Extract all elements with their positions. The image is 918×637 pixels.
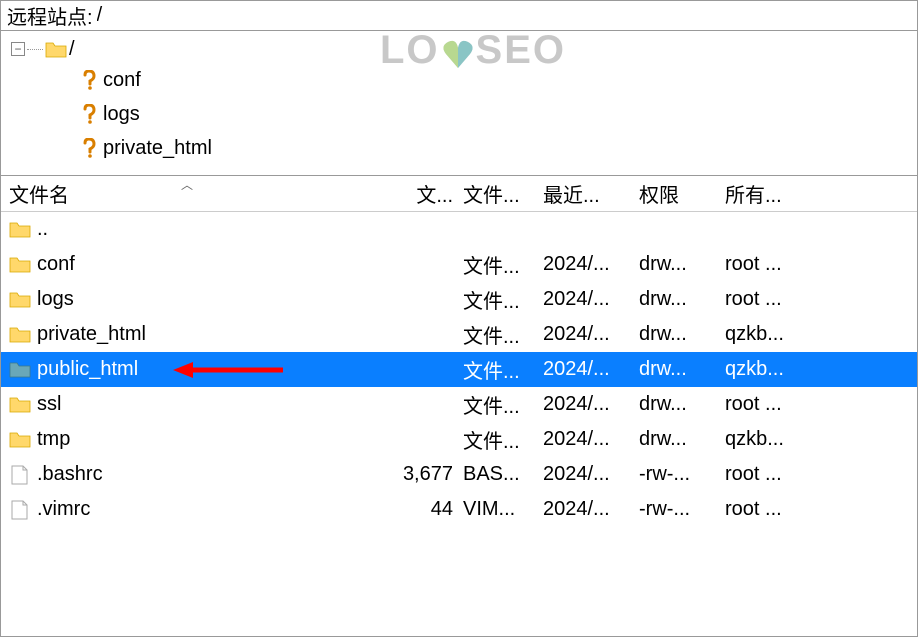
- file-type: 文件...: [459, 250, 539, 279]
- list-row[interactable]: conf 文件...2024/...drw...root ...: [1, 247, 917, 282]
- file-name: private_html: [37, 323, 146, 346]
- list-row[interactable]: tmp 文件...2024/...drw...qzkb...: [1, 422, 917, 457]
- column-header-perm[interactable]: 权限: [635, 179, 721, 208]
- file-owner: qzkb...: [721, 358, 811, 381]
- remote-path-bar: 远程站点:: [1, 1, 917, 31]
- folder-icon: [45, 40, 67, 58]
- file-name: public_html: [37, 358, 138, 381]
- file-name: tmp: [37, 428, 70, 451]
- tree-item[interactable]: private_html: [57, 131, 917, 165]
- folder-icon: [9, 255, 31, 275]
- file-perm: drw...: [635, 323, 721, 346]
- folder-icon: [9, 220, 31, 240]
- column-header-owner[interactable]: 所有...: [721, 179, 811, 208]
- tree-item[interactable]: conf: [57, 63, 917, 97]
- file-type: 文件...: [459, 285, 539, 314]
- file-icon: [9, 500, 31, 520]
- tree-item[interactable]: logs: [57, 97, 917, 131]
- list-header: 文件名 ︿ 文... 文件... 最近... 权限 所有...: [1, 176, 917, 212]
- file-perm: -rw-...: [635, 498, 721, 521]
- question-icon: [79, 70, 99, 90]
- file-name: ..: [37, 218, 48, 241]
- tree-root-row[interactable]: − /: [11, 35, 917, 63]
- tree-root-label: /: [69, 38, 75, 61]
- file-list-body: ..conf文件...2024/...drw...root ...logs文件.…: [1, 212, 917, 527]
- file-type: 文件...: [459, 355, 539, 384]
- question-icon: [79, 138, 99, 158]
- file-name: conf: [37, 253, 75, 276]
- question-icon: [79, 104, 99, 124]
- file-size: 44: [399, 498, 459, 521]
- list-row[interactable]: .vimrc 44VIM...2024/...-rw-...root ...: [1, 492, 917, 527]
- file-icon: [9, 465, 31, 485]
- file-owner: qzkb...: [721, 323, 811, 346]
- file-name: logs: [37, 288, 74, 311]
- file-perm: drw...: [635, 253, 721, 276]
- tree-item-label: conf: [103, 69, 141, 92]
- file-owner: qzkb...: [721, 428, 811, 451]
- list-row[interactable]: logs 文件...2024/...drw...root ...: [1, 282, 917, 317]
- tree-item-label: logs: [103, 103, 140, 126]
- arrow-left-icon: [173, 361, 283, 379]
- folder-icon: [9, 430, 31, 450]
- file-date: 2024/...: [539, 288, 635, 311]
- file-type: 文件...: [459, 320, 539, 349]
- folder-icon: [9, 325, 31, 345]
- file-owner: root ...: [721, 288, 811, 311]
- tree-children: conf logs private_html: [57, 63, 917, 165]
- file-perm: -rw-...: [635, 463, 721, 486]
- file-size: 3,677: [399, 463, 459, 486]
- list-row[interactable]: private_html 文件...2024/...drw...qzkb...: [1, 317, 917, 352]
- tree-collapse-toggle[interactable]: −: [11, 42, 25, 56]
- file-name: .vimrc: [37, 498, 90, 521]
- column-header-name[interactable]: 文件名 ︿: [1, 179, 399, 208]
- tree-connector: [27, 49, 43, 50]
- sort-indicator-icon: ︿: [181, 179, 193, 193]
- column-header-date[interactable]: 最近...: [539, 179, 635, 208]
- file-type: 文件...: [459, 425, 539, 454]
- file-date: 2024/...: [539, 393, 635, 416]
- folder-icon: [9, 395, 31, 415]
- folder-icon: [9, 290, 31, 310]
- file-perm: drw...: [635, 288, 721, 311]
- list-row[interactable]: ..: [1, 212, 917, 247]
- file-perm: drw...: [635, 428, 721, 451]
- file-type: BAS...: [459, 463, 539, 486]
- file-owner: root ...: [721, 393, 811, 416]
- remote-tree-panel: 远程站点: − / conf logs private_html: [0, 0, 918, 175]
- file-date: 2024/...: [539, 323, 635, 346]
- list-row[interactable]: ssl 文件...2024/...drw...root ...: [1, 387, 917, 422]
- folder-icon: [9, 360, 31, 380]
- file-name: .bashrc: [37, 463, 103, 486]
- file-name: ssl: [37, 393, 61, 416]
- file-owner: root ...: [721, 463, 811, 486]
- directory-tree[interactable]: − / conf logs private_html: [1, 31, 917, 175]
- file-date: 2024/...: [539, 358, 635, 381]
- file-date: 2024/...: [539, 463, 635, 486]
- list-row[interactable]: .bashrc 3,677BAS...2024/...-rw-...root ..…: [1, 457, 917, 492]
- remote-path-input[interactable]: [93, 4, 911, 27]
- file-perm: drw...: [635, 358, 721, 381]
- file-type: VIM...: [459, 498, 539, 521]
- tree-item-label: private_html: [103, 137, 212, 160]
- file-list-panel: 文件名 ︿ 文... 文件... 最近... 权限 所有... .. conf 文件…: [0, 175, 918, 637]
- column-header-size[interactable]: 文...: [399, 179, 459, 208]
- file-date: 2024/...: [539, 498, 635, 521]
- file-date: 2024/...: [539, 428, 635, 451]
- file-owner: root ...: [721, 498, 811, 521]
- list-row[interactable]: public_html 文件...2024/...drw...qzkb...: [1, 352, 917, 387]
- remote-site-label: 远程站点:: [7, 1, 93, 30]
- file-type: 文件...: [459, 390, 539, 419]
- file-owner: root ...: [721, 253, 811, 276]
- file-perm: drw...: [635, 393, 721, 416]
- file-date: 2024/...: [539, 253, 635, 276]
- column-header-type[interactable]: 文件...: [459, 179, 539, 208]
